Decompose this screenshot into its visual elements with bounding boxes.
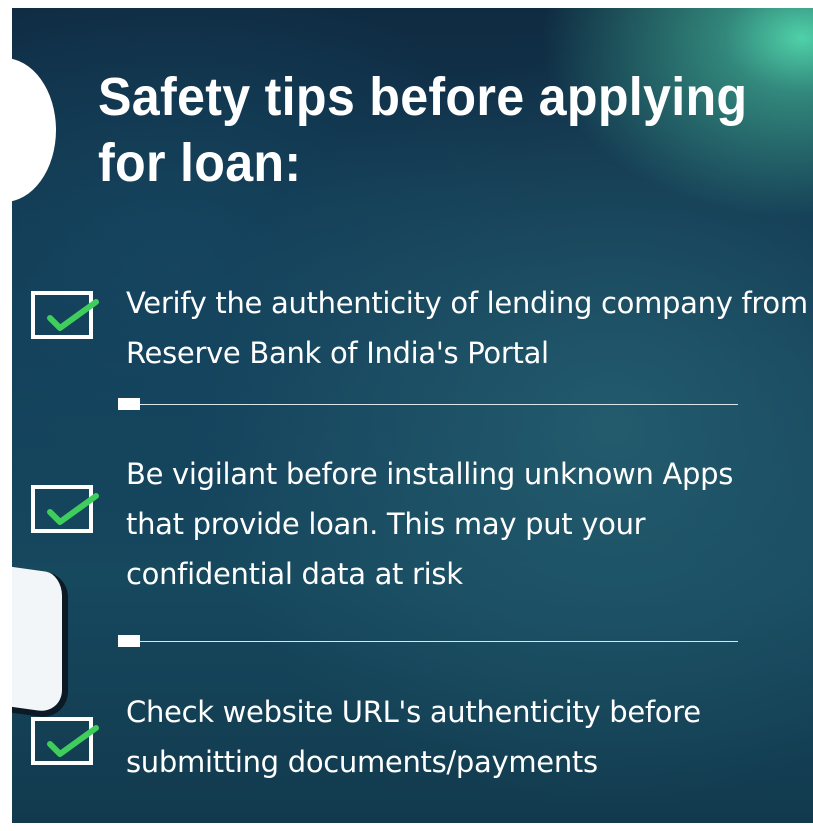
tip-text: Verify the authenticity of lending compa… [126,286,808,370]
divider [118,397,738,411]
page-title: Safety tips before applying for loan: [98,67,748,193]
tip-text: Check website URL's authenticity before … [126,695,701,779]
divider [118,634,738,648]
checkbox-checked-icon [31,291,99,339]
poster: Safety tips before applying for loan: Ve… [12,8,813,823]
divider-line [140,641,738,642]
tip-text: Be vigilant before installing unknown Ap… [126,457,734,591]
divider-line [140,404,738,405]
checkbox-checked-icon [31,485,99,533]
checkbox-checked-icon [31,717,99,765]
divider-marker [118,635,140,647]
speech-bubble-decoration [12,58,56,202]
phone-illustration [12,561,68,721]
divider-marker [118,398,140,410]
